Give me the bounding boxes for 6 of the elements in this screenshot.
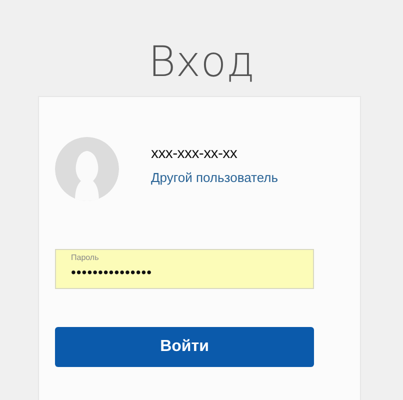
phone-number: xxx-xxx-xx-xx — [151, 145, 238, 162]
page-title: Вход — [148, 36, 255, 88]
other-user-link[interactable]: Другой пользователь — [151, 170, 278, 185]
password-field[interactable]: Пароль ••••••••••••••• — [55, 249, 314, 289]
avatar-icon — [55, 137, 119, 201]
login-button[interactable]: Войти — [55, 327, 314, 367]
